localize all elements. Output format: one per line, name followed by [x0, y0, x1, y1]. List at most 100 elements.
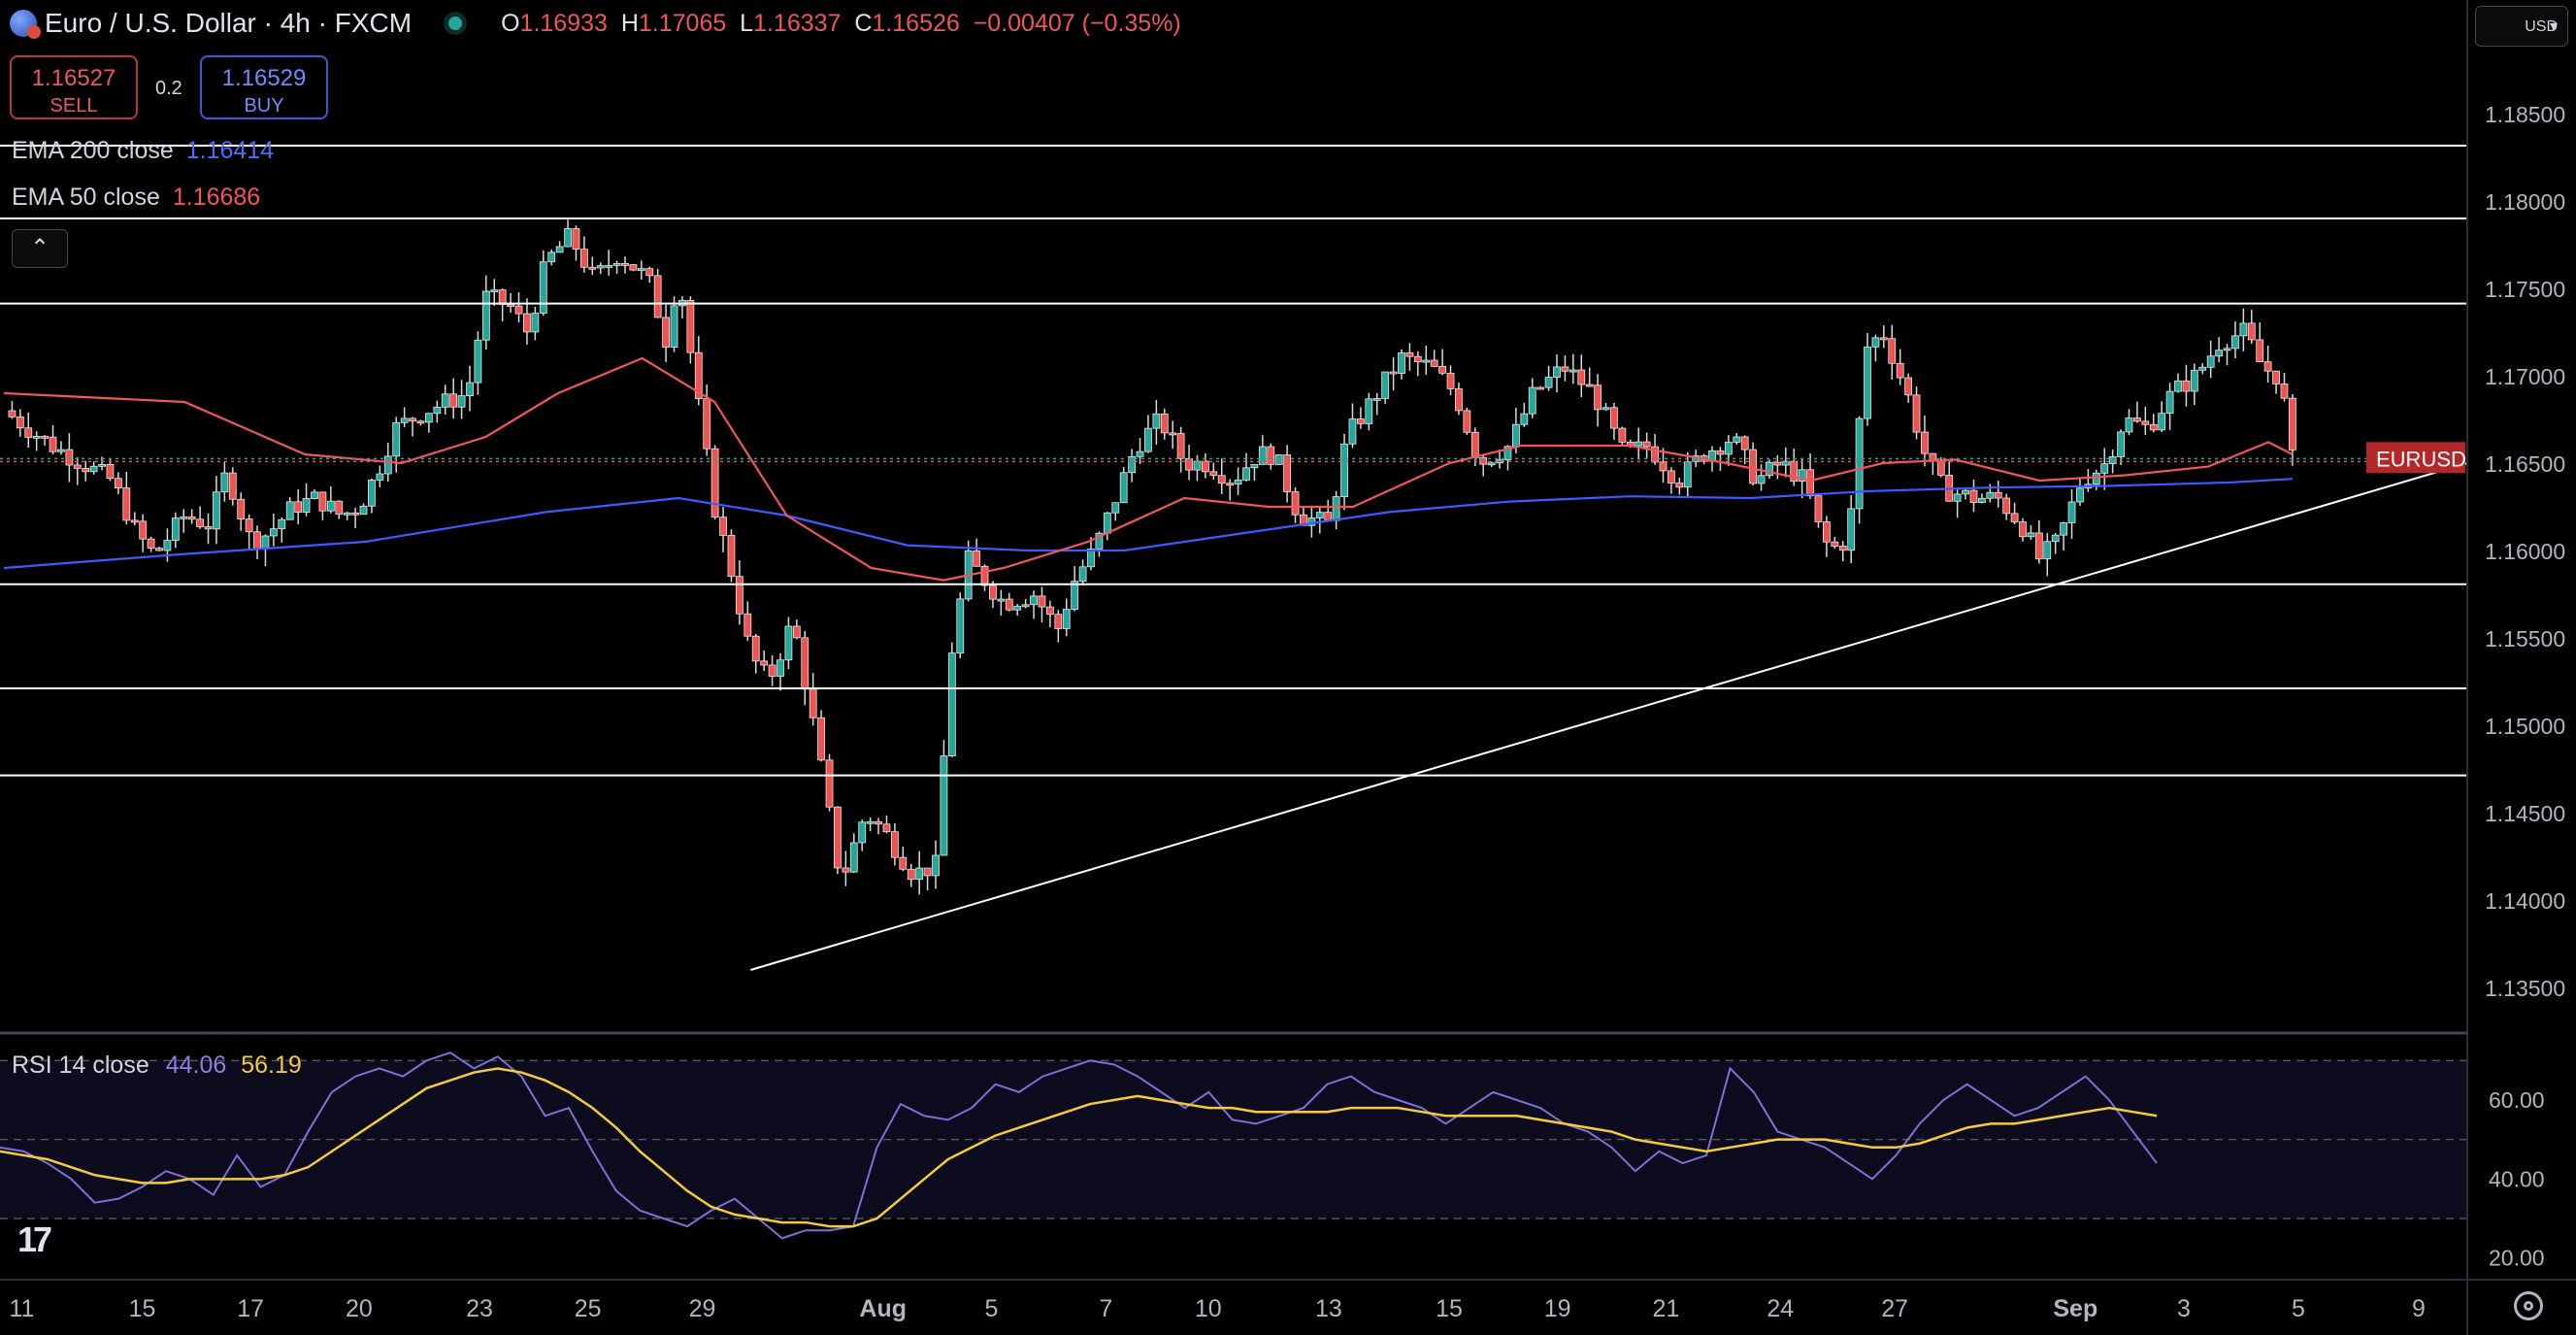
- candle-body: [1511, 423, 1520, 448]
- buy-button[interactable]: 1.16529 BUY: [200, 55, 328, 119]
- symbol-header[interactable]: Euro / U.S. Dollar · 4h · FXCM O1.16933 …: [10, 6, 1181, 41]
- candle-body: [1561, 366, 1569, 372]
- rsi-label: RSI 14 close: [12, 1051, 149, 1079]
- candle-body: [1888, 338, 1897, 364]
- candle-body: [2027, 532, 2035, 538]
- candle-body: [1585, 384, 1594, 387]
- candle-body: [1855, 417, 1864, 510]
- candle-body: [932, 854, 940, 877]
- price-tick-label: 1.17500: [2485, 277, 2565, 302]
- currency-select[interactable]: USD ▾: [2475, 6, 2568, 47]
- candle-body: [1087, 549, 1095, 568]
- time-tick-label: 7: [1099, 1295, 1112, 1322]
- ohlc-high-value: 1.17065: [638, 9, 727, 37]
- candle-body: [1332, 496, 1340, 521]
- candle-body: [433, 406, 442, 415]
- candle-body: [2117, 431, 2125, 457]
- price-tick-label: 1.18000: [2485, 189, 2565, 215]
- collapse-legend-button[interactable]: ⌃: [12, 229, 68, 268]
- time-tick-label: 3: [2177, 1295, 2191, 1322]
- candle-body: [490, 289, 499, 293]
- candle-body: [196, 518, 205, 527]
- time-tick-label: 20: [346, 1295, 373, 1322]
- candle-body: [57, 449, 65, 452]
- candle-body: [1977, 497, 1986, 503]
- candle-body: [359, 505, 368, 516]
- rsi-tick-label: 60.00: [2489, 1087, 2545, 1113]
- candle-body: [858, 821, 867, 844]
- candle-body: [1274, 454, 1283, 465]
- candle-body: [220, 472, 229, 493]
- candle-body: [1405, 352, 1414, 357]
- candle-body: [1716, 450, 1725, 455]
- candle-body: [180, 516, 188, 519]
- candle-body: [1822, 521, 1831, 543]
- candle-body: [139, 520, 148, 540]
- candle-body: [915, 867, 924, 881]
- candle-body: [768, 664, 776, 677]
- candle-body: [302, 498, 311, 513]
- candle-body: [481, 290, 490, 341]
- candle-body: [2060, 522, 2068, 536]
- time-tick-label: 11: [9, 1295, 34, 1322]
- tradingview-logo-icon[interactable]: 17: [17, 1219, 52, 1260]
- candle-body: [1005, 598, 1013, 611]
- candle-body: [2239, 322, 2248, 337]
- candle-body: [1389, 371, 1398, 375]
- ema50-legend[interactable]: EMA 50 close 1.16686: [12, 184, 260, 212]
- price-tick-label: 1.14000: [2485, 888, 2565, 914]
- candle-body: [1169, 432, 1177, 436]
- rsi-legend[interactable]: RSI 14 close 44.06 56.19: [12, 1051, 302, 1080]
- candle-body: [1291, 491, 1300, 516]
- sell-button[interactable]: 1.16527 SELL: [10, 55, 138, 119]
- candle-body: [1520, 413, 1529, 425]
- candle-body: [980, 565, 989, 586]
- candle-body: [1667, 470, 1675, 484]
- time-tick-label: 5: [984, 1295, 998, 1322]
- candle-body: [1994, 491, 2002, 499]
- candle-body: [1536, 386, 1545, 390]
- candle-body: [294, 501, 303, 513]
- candle-body: [866, 820, 875, 824]
- candle-body: [792, 625, 801, 639]
- candle-body: [1062, 609, 1071, 629]
- horizontal-levels[interactable]: 1.183171.179001.174131.158071.152111.147…: [0, 130, 2570, 971]
- candle-body: [1160, 413, 1169, 434]
- candle-body: [449, 393, 458, 408]
- candle-body: [1242, 467, 1250, 481]
- candle-body: [2034, 532, 2043, 560]
- candle-body: [1683, 461, 1692, 488]
- candle-body: [1030, 595, 1038, 606]
- candle-body: [1193, 460, 1202, 471]
- candle-body: [1078, 566, 1087, 583]
- candle-body: [16, 416, 24, 429]
- settings-gear-icon[interactable]: [2514, 1291, 2543, 1320]
- candle-body: [24, 427, 33, 438]
- price-tick-label: 1.13500: [2485, 976, 2565, 1001]
- candle-body: [1659, 461, 1668, 472]
- ema200-legend[interactable]: EMA 200 close 1.16414: [12, 137, 274, 165]
- candle-body: [424, 413, 433, 423]
- candle-body: [1315, 512, 1324, 518]
- chevron-up-icon: ⌃: [29, 235, 50, 261]
- candle-body: [579, 249, 588, 268]
- chart-canvas[interactable]: 1.183171.179001.174131.158071.152111.147…: [0, 0, 2576, 1335]
- candle-body: [2019, 521, 2027, 538]
- candle-body: [1381, 371, 1390, 399]
- price-tick-label: 1.18500: [2485, 102, 2565, 127]
- candle-body: [564, 228, 572, 248]
- candle-body: [392, 421, 401, 457]
- candle-body: [1879, 337, 1888, 341]
- candle-body: [662, 317, 671, 348]
- candle-body: [49, 436, 57, 452]
- time-tick-label: 5: [2292, 1295, 2305, 1322]
- candle-body: [1144, 427, 1152, 452]
- candle-body: [1021, 604, 1030, 608]
- time-tick-label: 29: [689, 1295, 716, 1322]
- candle-body: [130, 519, 139, 523]
- candle-body: [1962, 489, 1969, 495]
- candle-body: [1986, 491, 1995, 499]
- candle-body: [2165, 390, 2174, 415]
- candle-body: [2076, 487, 2084, 503]
- candle-body: [2223, 348, 2231, 351]
